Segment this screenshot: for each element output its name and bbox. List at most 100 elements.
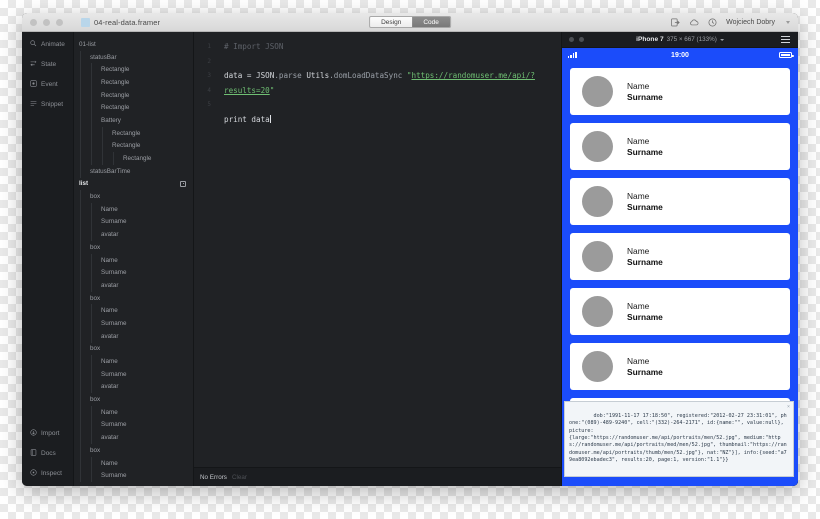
layer-tree-panel[interactable]: 01-list statusBar Rectangle Rectangle Rectan… [74,32,194,486]
code-area[interactable]: 1 2 3 4 5 # Import JSON data = JSON.parse Ut… [194,32,561,467]
card-name: Name [627,80,650,91]
layer-item-surname[interactable]: Surname [74,469,193,483]
rail-item-label: Docs [41,450,56,457]
tree-guide-line [91,304,92,318]
layer-item-avatar[interactable]: avatar [74,431,193,444]
rail-item-snippet[interactable]: Snippet [22,100,73,109]
chevron-down-icon[interactable] [719,38,724,41]
layer-item-name[interactable]: Name [74,355,193,368]
tab-design[interactable]: Design [370,17,413,27]
tree-guide-line [91,63,92,77]
list-item[interactable]: NameSurname [570,343,790,390]
layer-item-avatar[interactable]: avatar [74,380,193,394]
layer-item-surname[interactable]: Surname [74,215,193,229]
layer-item-statusbar[interactable]: statusBar [74,50,193,64]
layer-item-label: Rectangle [101,104,130,112]
layer-item-rectangle[interactable]: Rectangle [74,126,193,140]
rail-item-state[interactable]: State [22,60,73,69]
layer-item-box[interactable]: box [74,190,193,203]
editor-status-bar: No Errors Clear [194,467,561,486]
layer-item-rectangle[interactable]: Rectangle [74,139,193,153]
visibility-toggle-icon[interactable] [180,180,186,187]
layer-item-surname[interactable]: Surname [74,367,193,381]
layer-item-avatar[interactable]: avatar [74,228,193,241]
layer-item-list[interactable]: list [74,178,193,191]
battery-icon [779,51,794,59]
console-close-icon[interactable]: × [787,404,790,411]
layer-item-rectangle[interactable]: Rectangle [74,152,193,165]
animate-icon [30,40,37,49]
layer-item-statusbartime[interactable]: statusBarTime [74,164,193,178]
layer-item-name[interactable]: Name [74,304,193,318]
tree-guide-line [91,139,92,153]
rail-item-event[interactable]: Event [22,80,73,89]
layer-item-avatar[interactable]: avatar [74,279,193,292]
layer-item-surname[interactable]: Surname [74,266,193,280]
layer-item-box[interactable]: box [74,444,193,457]
layer-item-box[interactable]: box [74,393,193,406]
rail-item-animate[interactable]: Animate [22,40,73,49]
cloud-icon[interactable] [689,18,699,27]
layer-item-box[interactable]: box [74,241,193,254]
hamburger-icon[interactable] [781,35,790,44]
layer-item-box[interactable]: box [74,291,193,305]
rail-item-import[interactable]: Import [22,429,73,438]
chevron-down-icon[interactable] [786,20,790,24]
layer-item-surname[interactable]: Surname [74,418,193,432]
layer-item-avatar[interactable]: avatar [74,329,193,343]
card-text: NameSurname [627,191,663,213]
console-overlay[interactable]: × dob:"1991-11-17 17:18:50", registered:"… [564,401,794,477]
layer-item-rectangle[interactable]: Rectangle [74,76,193,89]
tree-guide-line [91,418,92,432]
tree-guide-line [80,355,81,368]
list-item[interactable]: NameSurname [570,233,790,280]
device-selector[interactable]: iPhone 7 375 × 667 (133%) [636,36,724,43]
rail-item-label: Event [41,81,58,88]
title-bar: 04-real-data.framer Design Code Wojciech… [22,13,798,32]
preview-close-button[interactable] [569,37,574,42]
layer-item-name[interactable]: Name [74,202,193,216]
tree-guide-line [80,152,81,165]
device-dimensions: 375 × 667 (133%) [666,36,717,43]
tab-code[interactable]: Code [412,17,450,27]
tree-guide-line [91,88,92,102]
history-icon[interactable] [708,18,717,27]
rail-item-inspect[interactable]: Inspect [22,469,73,478]
minimize-window-button[interactable] [43,18,50,26]
layer-item-label: avatar [101,332,119,340]
tree-guide-line [91,456,92,470]
list-item[interactable]: NameSurname [570,288,790,335]
layer-item-name[interactable]: Name [74,405,193,419]
layer-item-rectangle[interactable]: Rectangle [74,63,193,77]
layer-item-name[interactable]: Name [74,456,193,470]
code-text[interactable]: # Import JSON data = JSON.parse Utils.do… [216,40,561,467]
list-item[interactable]: NameSurname [570,123,790,170]
snippet-icon [30,100,37,109]
layer-item-surname[interactable]: Surname [74,317,193,330]
close-window-button[interactable] [30,18,37,26]
export-icon[interactable] [671,18,680,27]
preview-minimize-button[interactable] [579,37,584,42]
layer-item-rectangle[interactable]: Rectangle [74,88,193,102]
card-name: Name [627,135,650,146]
avatar [582,131,613,162]
layer-item-box[interactable]: box [74,342,193,356]
list-item[interactable]: NameSurname [570,68,790,115]
clear-errors-button[interactable]: Clear [232,474,247,481]
list-item[interactable]: NameSurname [570,178,790,225]
state-icon [30,60,37,69]
mode-toggle[interactable]: Design Code [369,16,451,28]
layer-item-rectangle[interactable]: Rectangle [74,101,193,115]
maximize-window-button[interactable] [56,18,63,26]
layer-item-01-list[interactable]: 01-list [74,38,193,51]
layer-item-name[interactable]: Name [74,253,193,267]
tree-guide-line [80,367,81,381]
rail-item-docs[interactable]: Docs [22,449,73,458]
tree-guide-line [80,405,81,419]
card-surname: Surname [627,91,663,102]
tree-guide-line [91,380,92,394]
layer-item-battery[interactable]: Battery [74,114,193,127]
user-name-label[interactable]: Wojciech Dobry [726,19,775,26]
line-number: 4 [207,86,211,94]
card-text: NameSurname [627,136,663,158]
